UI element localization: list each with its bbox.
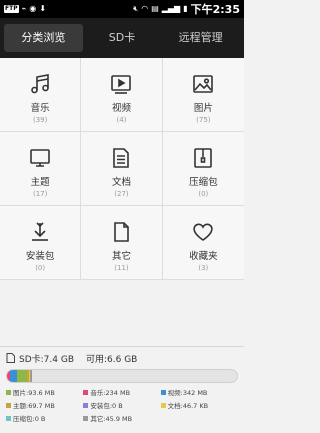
category-install-package[interactable]: 安装包 (0) [0,206,82,280]
sd-available: 可用:6.6 GB [86,354,138,365]
usb-icon: ⌁ [21,4,27,13]
storage-usage-bar [6,369,238,383]
tab-category-browse[interactable]: 分类浏览 [4,24,83,52]
legend-item: 文档:46.7 KB [160,400,238,410]
legend-text: 其它:45.9 MB [90,415,133,423]
legend-swatch [160,389,166,395]
category-label: 音乐 [30,103,50,114]
storage-legend: 图片:93.6 MB 音乐:234 MB 视频:342 MB 主题:69.7 M… [6,387,238,423]
category-theme[interactable]: 主题 (17) [0,132,82,206]
legend-swatch [160,402,166,408]
category-archive[interactable]: 压缩包 (0) [162,132,244,206]
status-bar: FTP ⌁ ◉ ⬇ 🔇︎ ◠ ▤ ▂▄▆ ▮ 下午2:35 [0,0,244,18]
download-icon: ⬇ [39,4,47,13]
legend-text: 文档:46.7 KB [167,402,209,410]
category-label: 图片 [193,103,213,114]
legend-text: 视频:342 MB [167,389,208,397]
tab-remote-management[interactable]: 远程管理 [161,24,240,52]
category-video[interactable]: 视频 (4) [81,58,163,132]
sim-icon: ▤ [151,4,159,13]
legend-item: 其它:45.9 MB [83,413,160,423]
category-label: 视频 [111,103,131,114]
legend-swatch [83,415,89,421]
category-count: (75) [196,116,211,124]
ftp-icon: FTP [4,5,19,13]
document-icon [113,148,130,168]
sd-card-icon [6,353,15,363]
legend-item: 安装包:0 B [83,400,160,410]
category-count: (11) [114,264,129,272]
legend-text: 压缩包:0 B [13,415,46,423]
legend-swatch [6,402,11,408]
category-label: 压缩包 [189,177,218,188]
category-music[interactable]: 音乐 (39) [0,58,82,132]
tab-sd-card[interactable]: SD卡 [83,24,162,52]
usage-segment [9,370,17,382]
category-count: (4) [116,116,127,124]
heart-icon [193,223,214,241]
install-icon [32,222,49,241]
category-label: 文档 [111,177,131,188]
legend-text: 图片:93.6 MB [13,389,55,397]
category-other[interactable]: 其它 (11) [81,206,163,280]
legend-text: 安装包:0 B [90,402,123,410]
video-icon [111,75,132,94]
category-label: 主题 [30,177,50,188]
wifi-icon: ◠ [141,4,149,13]
tab-bar: 分类浏览 SD卡 远程管理 [0,18,244,58]
legend-item: 视频:342 MB [160,387,238,397]
usage-segment [16,370,27,382]
mute-icon: 🔇︎ [133,4,139,13]
category-count: (27) [114,190,129,198]
usage-segment [30,370,32,382]
signal-icon: ▂▄▆ [161,4,181,13]
category-count: (39) [32,116,48,124]
legend-item: 图片:93.6 MB [6,387,83,397]
legend-swatch [83,389,89,395]
category-favorites[interactable]: 收藏夹 (3) [162,206,244,280]
category-label: 安装包 [25,251,55,262]
legend-item: 主题:69.7 MB [6,400,83,410]
category-label: 其它 [111,251,131,262]
category-document[interactable]: 文档 (27) [81,132,163,206]
legend-item: 压缩包:0 B [6,413,83,423]
legend-swatch [6,389,11,395]
legend-text: 音乐:234 MB [90,389,131,397]
picture-icon [193,75,214,93]
archive-icon [194,148,213,168]
category-count: (0) [35,264,46,272]
category-count: (17) [32,190,48,198]
legend-swatch [6,415,11,421]
category-count: (3) [198,264,209,272]
category-count: (0) [198,190,209,198]
android-icon: ◉ [29,4,37,13]
battery-icon: ▮ [183,4,188,13]
category-picture[interactable]: 图片 (75) [162,58,244,132]
legend-text: 主题:69.7 MB [13,402,55,410]
sd-capacity: SD卡:7.4 GB [19,354,74,365]
status-time: 下午2:35 [190,3,240,16]
storage-panel: SD卡:7.4 GB 可用:6.6 GB 图片:93.6 MB 音乐:234 M… [0,346,244,433]
category-grid: 音乐 (39) 视频 (4) 图片 (75) 主题 (17) 文档 (27) 压… [0,58,244,280]
monitor-icon [30,149,50,167]
legend-swatch [83,402,89,408]
file-icon [114,222,130,242]
music-icon [31,74,49,94]
category-label: 收藏夹 [189,251,218,262]
legend-item: 音乐:234 MB [83,387,160,397]
